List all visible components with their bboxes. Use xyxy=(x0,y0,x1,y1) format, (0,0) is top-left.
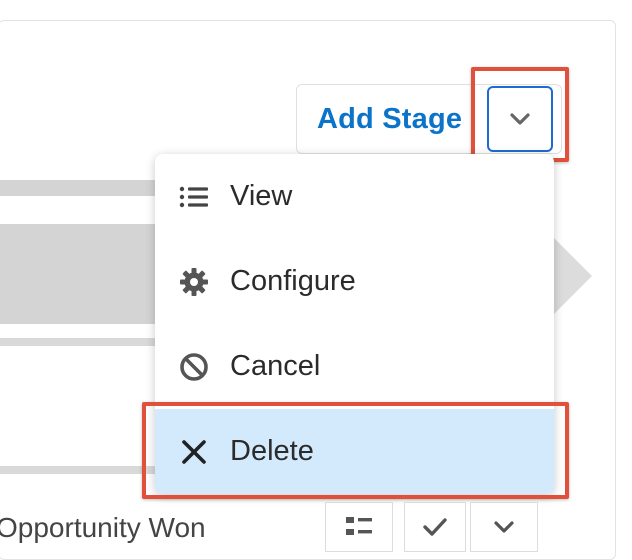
highlight-dropdown-toggle xyxy=(471,67,569,162)
stage-complete-button[interactable] xyxy=(404,502,466,552)
stage-list-button[interactable] xyxy=(325,502,393,552)
list-icon xyxy=(177,185,211,209)
stage-label: Opportunity Won xyxy=(0,512,206,543)
stage-progress-block xyxy=(0,224,160,324)
check-icon xyxy=(423,518,447,536)
menu-item-label: Configure xyxy=(230,265,356,297)
ban-icon xyxy=(177,352,211,382)
stage-divider xyxy=(0,338,160,346)
menu-item-label: Cancel xyxy=(230,350,321,382)
chevron-down-icon xyxy=(494,521,514,533)
menu-item-view[interactable]: View xyxy=(155,154,554,239)
menu-item-configure[interactable]: Configure xyxy=(155,239,554,324)
gear-icon xyxy=(177,267,211,297)
stage-divider xyxy=(0,466,160,474)
highlight-delete-item xyxy=(142,402,569,499)
stage-progress-track xyxy=(0,180,160,196)
stage-dropdown-button[interactable] xyxy=(470,502,538,552)
add-stage-button[interactable]: Add Stage xyxy=(317,103,462,136)
menu-item-label: View xyxy=(230,180,293,212)
stage-arrow xyxy=(552,236,592,316)
menu-item-cancel[interactable]: Cancel xyxy=(155,324,554,409)
list-icon xyxy=(346,517,372,535)
